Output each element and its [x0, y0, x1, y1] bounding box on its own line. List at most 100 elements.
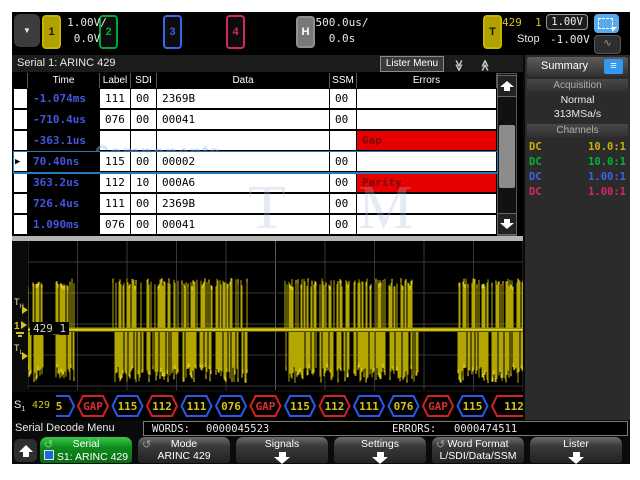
- ssm-cell: 00: [330, 89, 357, 109]
- scrollbar-thumb[interactable]: [499, 125, 515, 188]
- trigger-level-high-box[interactable]: 1.00V: [546, 14, 588, 30]
- channel-summary-row: DC 10.0:1: [529, 141, 626, 156]
- softkey-value: S1: ARINC 429: [40, 450, 132, 463]
- cursor-icon: [612, 27, 617, 32]
- scroll-down-button[interactable]: [497, 213, 517, 235]
- channel-probe-ratio: 10.0:1: [588, 156, 626, 168]
- ground-symbol-icon2: [18, 335, 22, 337]
- softkey-signals[interactable]: Signals: [236, 437, 328, 464]
- softkey-label: Signals: [264, 438, 300, 450]
- softkey-mode[interactable]: ↺ Mode ARINC 429: [138, 437, 230, 463]
- table-row[interactable]: 726.4us 111 00 2369B 00: [14, 194, 497, 215]
- trigger-button[interactable]: T: [483, 15, 502, 49]
- label-cell: 112: [100, 173, 131, 193]
- marker-cell: [14, 89, 28, 109]
- down-arrow-icon: [500, 219, 514, 229]
- errors-cell: Parity: [357, 173, 497, 193]
- back-up-button[interactable]: [14, 439, 37, 462]
- softkey-label: Settings: [361, 438, 399, 450]
- channel-coupling: DC: [529, 186, 542, 198]
- up-arrow-icon: [500, 81, 514, 91]
- softkey-label: Lister: [563, 438, 589, 450]
- softkey-word-format[interactable]: ↺ Word Format L/SDI/Data/SSM: [432, 437, 524, 463]
- time-cell: -710.4us: [28, 110, 100, 130]
- screenshot-root: { "top_bar": { "menu_button_glyph": "▼",…: [0, 0, 640, 480]
- ssm-cell: 00: [330, 215, 357, 235]
- collapse-down-button[interactable]: ≫: [450, 56, 468, 72]
- ch1-offset: 0.0V: [73, 32, 101, 45]
- up-arrow-icon: [18, 444, 33, 457]
- channel-4-button[interactable]: 4: [226, 15, 245, 49]
- ssm-cell: 00: [330, 110, 357, 130]
- marker-cell: [14, 215, 28, 235]
- ch1-scale: 1.00V/: [67, 16, 107, 29]
- softkey-settings[interactable]: Settings: [334, 437, 426, 464]
- lister-panel: Serial 1: ARINC 429 Lister Menu ≫ ≫ Time…: [12, 55, 523, 242]
- bus-waveform-label: 429_1: [30, 322, 70, 335]
- col-header-marker: [14, 73, 28, 88]
- marker-cell: [14, 110, 28, 130]
- table-row[interactable]: ▶ 70.40ns 115 00 00002 00: [13, 151, 498, 174]
- lister-menu-button[interactable]: Lister Menu: [380, 56, 444, 72]
- summary-menu-icon[interactable]: ≡: [604, 59, 623, 74]
- sdi-cell: 00: [131, 194, 157, 214]
- errors-cell: [357, 89, 497, 109]
- edge-slope-icon: ∿: [603, 38, 612, 49]
- softkey-serial[interactable]: ↺ Serial S1: ARINC 429: [40, 437, 132, 463]
- decode-frames: 5 GAP 115 112 111 076 GAP 115 112 111 076 GAP 115 112: [56, 395, 523, 417]
- label-cell: 111: [100, 194, 131, 214]
- table-row[interactable]: -1.074ms 111 00 2369B 00: [14, 89, 497, 110]
- sample-rate: 313MSa/s: [553, 108, 602, 120]
- svg-text:115: 115: [463, 400, 483, 413]
- top-menu-button[interactable]: ▼: [14, 14, 40, 47]
- col-header-ssm: SSM: [330, 73, 357, 88]
- threshold-low-marker[interactable]: TL: [14, 343, 28, 360]
- down-arrow-icon: [334, 452, 426, 464]
- table-row[interactable]: -710.4us 076 00 00041 00: [14, 110, 497, 131]
- time-cell: 363.2us: [28, 173, 100, 193]
- ssm-cell: 00: [330, 194, 357, 214]
- lister-title: Serial 1: ARINC 429: [17, 57, 116, 69]
- expand-up-button[interactable]: ≫: [476, 56, 494, 72]
- svg-text:076: 076: [221, 400, 241, 413]
- ssm-cell: 00: [330, 152, 357, 172]
- data-cell: 00041: [157, 110, 330, 130]
- errors-cell: [357, 110, 497, 130]
- timebase-scale: 500.0us/: [315, 16, 369, 29]
- softkey-lister[interactable]: Lister: [530, 437, 622, 464]
- threshold-high-marker[interactable]: TH: [14, 297, 28, 314]
- svg-text:GAP: GAP: [428, 400, 448, 413]
- table-row[interactable]: -363.1us Gap: [14, 131, 497, 152]
- svg-text:111: 111: [359, 400, 379, 413]
- col-header-data: Data: [157, 73, 330, 88]
- summary-header[interactable]: Summary ≡: [527, 57, 628, 76]
- channel-summary-row: DC 1.00:1: [529, 171, 626, 186]
- table-row[interactable]: 1.090ms 076 00 00041 00: [14, 215, 497, 236]
- scroll-up-button[interactable]: [497, 75, 517, 97]
- ground-marker-icon[interactable]: 1: [14, 321, 27, 337]
- lister-title-bar: Serial 1: ARINC 429 Lister Menu ≫ ≫: [12, 55, 523, 72]
- data-cell: 00002: [157, 152, 330, 172]
- col-header-time: Time: [28, 73, 100, 88]
- svg-text:112: 112: [152, 400, 172, 413]
- softkey-value: L/SDI/Data/SSM: [439, 450, 517, 462]
- arrow-head: [274, 457, 290, 464]
- checkbox-icon: [43, 450, 54, 460]
- errors-cell: Gap: [357, 131, 497, 151]
- marker-cell: [14, 131, 28, 151]
- double-chevron-up-icon: ≫: [479, 59, 492, 72]
- trigger-level-low: -1.00V: [550, 33, 590, 46]
- chevron-down-icon: ▼: [23, 26, 31, 35]
- trigger-source: 429: [502, 16, 522, 29]
- run-status: Stop: [517, 33, 540, 45]
- decode-bus-name: 429: [32, 400, 51, 411]
- zoom-select-button[interactable]: [594, 14, 619, 33]
- marker-cell: [14, 194, 28, 214]
- waveform-compare-button[interactable]: ∿: [594, 35, 621, 54]
- acquisition-header: Acquisition: [527, 79, 628, 92]
- time-cell: 1.090ms: [28, 215, 100, 235]
- channel-3-button[interactable]: 3: [163, 15, 182, 49]
- table-row[interactable]: 363.2us 112 10 000A6 00 Parity: [14, 173, 497, 194]
- time-cell: -1.074ms: [28, 89, 100, 109]
- waveform-plot[interactable]: 429_1: [28, 241, 523, 390]
